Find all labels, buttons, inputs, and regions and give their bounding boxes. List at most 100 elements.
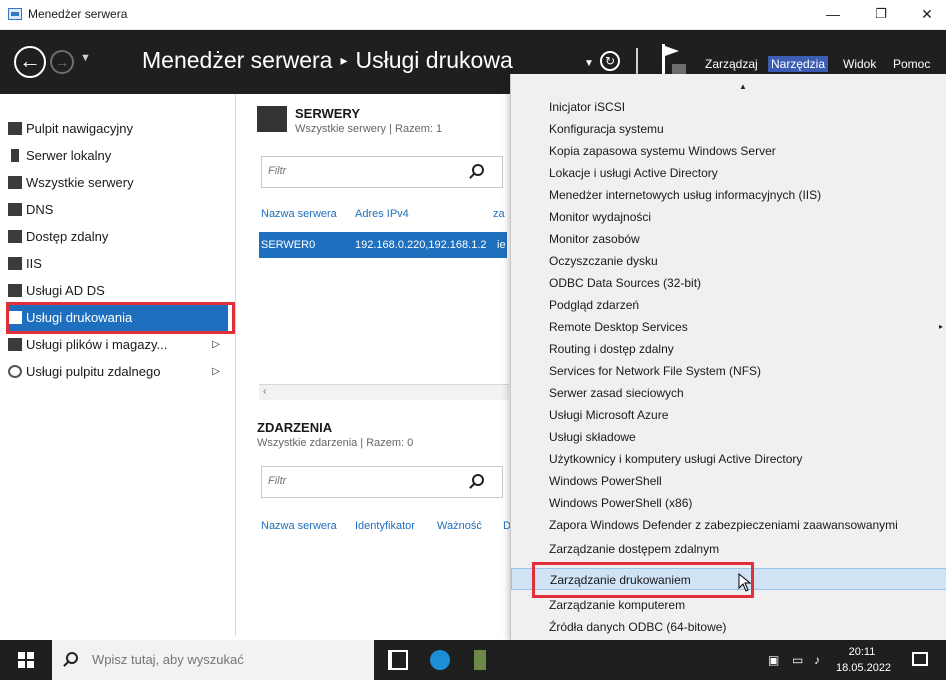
remote-desktop-icon bbox=[8, 365, 22, 378]
column-server-name[interactable]: Nazwa serwera bbox=[261, 520, 337, 532]
servers-tile-subtitle: Wszystkie serwery | Razem: 1 bbox=[295, 123, 443, 135]
menu-item-odbc-32[interactable]: ODBC Data Sources (32-bit) bbox=[511, 272, 946, 294]
taskbar-search-input[interactable] bbox=[92, 652, 362, 667]
search-icon bbox=[66, 652, 78, 664]
cell-ipv4: 192.168.0.220,192.168.1.2 bbox=[355, 239, 487, 251]
menu-item-windows-server-backup[interactable]: Kopia zapasowa systemu Windows Server bbox=[511, 140, 946, 162]
server-manager-taskbar-icon[interactable] bbox=[474, 650, 486, 670]
column-severity[interactable]: Ważność bbox=[437, 520, 482, 532]
edge-browser-icon[interactable] bbox=[430, 650, 450, 670]
sidebar-item-local-server[interactable]: Serwer lokalny bbox=[8, 143, 228, 169]
menu-item-resource-monitor[interactable]: Monitor zasobów bbox=[511, 228, 946, 250]
menu-item-event-viewer[interactable]: Podgląd zdarzeń bbox=[511, 294, 946, 316]
menu-item-disk-cleanup[interactable]: Oczyszczanie dysku bbox=[511, 250, 946, 272]
minimize-button[interactable]: — bbox=[822, 4, 844, 24]
server-icon bbox=[11, 149, 19, 162]
sidebar-item-label: Wszystkie serwery bbox=[26, 175, 134, 190]
maximize-button[interactable]: ❐ bbox=[870, 4, 892, 24]
breadcrumb-dropdown-icon[interactable]: ▼ bbox=[584, 58, 594, 69]
menu-widok[interactable]: Widok bbox=[840, 56, 879, 72]
close-button[interactable]: ✕ bbox=[916, 4, 938, 24]
server-manager-icon bbox=[8, 8, 22, 20]
sidebar-item-label: DNS bbox=[26, 202, 54, 217]
windows-start-icon[interactable] bbox=[18, 652, 34, 668]
sidebar-item-dashboard[interactable]: Pulpit nawigacyjny bbox=[8, 116, 228, 142]
menu-item-routing-remote-access[interactable]: Routing i dostęp zdalny bbox=[511, 338, 946, 360]
sidebar-item-dns[interactable]: DNS bbox=[8, 197, 228, 223]
servers-filter[interactable] bbox=[261, 156, 503, 188]
servers-tile-header: SERWERY Wszystkie serwery | Razem: 1 bbox=[295, 106, 442, 135]
menu-item-iis-manager[interactable]: Menedżer internetowych usług informacyjn… bbox=[511, 184, 946, 206]
tools-dropdown-menu: ▲ Inicjator iSCSI Konfiguracja systemu K… bbox=[510, 74, 946, 640]
scroll-left-icon[interactable]: ‹ bbox=[263, 386, 266, 397]
menu-item-remote-desktop-services[interactable]: Remote Desktop Services ▸ bbox=[511, 316, 946, 338]
menu-item-remote-access-management[interactable]: Zarządzanie dostępem zdalnym bbox=[511, 538, 946, 560]
menu-item-ad-users-computers[interactable]: Użytkownicy i komputery usługi Active Di… bbox=[511, 448, 946, 470]
highlight-box-print-services bbox=[6, 302, 235, 334]
taskbar-search[interactable] bbox=[52, 640, 374, 680]
volume-icon[interactable]: ♪ bbox=[814, 653, 820, 667]
search-icon[interactable] bbox=[472, 474, 484, 486]
menu-narzedzia[interactable]: Narzędzia bbox=[768, 56, 829, 72]
taskbar: ▣ ▭ ♪ 20:11 18.05.2022 bbox=[0, 640, 946, 680]
menu-item-component-services[interactable]: Usługi składowe bbox=[511, 426, 946, 448]
menu-item-performance-monitor[interactable]: Monitor wydajności bbox=[511, 206, 946, 228]
sidebar-item-remote-desktop[interactable]: Usługi pulpitu zdalnego ▷ bbox=[8, 359, 228, 385]
breadcrumb-root[interactable]: Menedżer serwera bbox=[142, 47, 332, 73]
column-identifier[interactable]: Identyfikator bbox=[355, 520, 415, 532]
menu-item-windows-powershell[interactable]: Windows PowerShell bbox=[511, 470, 946, 492]
menu-item-network-policy-server[interactable]: Serwer zasad sieciowych bbox=[511, 382, 946, 404]
dns-icon bbox=[8, 203, 22, 216]
menu-item-nfs-services[interactable]: Services for Network File System (NFS) bbox=[511, 360, 946, 382]
sidebar-item-all-servers[interactable]: Wszystkie serwery bbox=[8, 170, 228, 196]
printer-tile-icon bbox=[257, 106, 287, 132]
column-ipv4[interactable]: Adres IPv4 bbox=[355, 208, 409, 220]
events-filter-input[interactable] bbox=[268, 475, 448, 487]
menu-pomoc[interactable]: Pomoc bbox=[890, 56, 933, 72]
events-filter[interactable] bbox=[261, 466, 503, 498]
expand-arrow-icon[interactable]: ▷ bbox=[212, 359, 220, 385]
cell-server-name: SERWER0 bbox=[261, 239, 316, 251]
horizontal-scrollbar[interactable]: ‹ bbox=[259, 384, 509, 400]
sidebar-item-ad-ds[interactable]: Usługi AD DS bbox=[8, 278, 228, 304]
network-icon[interactable]: ▣ bbox=[768, 653, 779, 667]
column-server-name[interactable]: Nazwa serwera bbox=[261, 208, 337, 220]
sidebar-item-label: Usługi plików i magazy... bbox=[26, 337, 168, 352]
back-button[interactable]: ← bbox=[14, 46, 46, 78]
notifications-flag-icon[interactable] bbox=[662, 44, 686, 78]
menu-item-defender-firewall[interactable]: Zapora Windows Defender z zabezpieczenia… bbox=[511, 514, 946, 536]
display-icon[interactable]: ▭ bbox=[792, 653, 803, 667]
history-dropdown-icon[interactable]: ▼ bbox=[80, 52, 91, 64]
mouse-cursor-icon bbox=[738, 573, 752, 592]
system-clock[interactable]: 20:11 18.05.2022 bbox=[836, 644, 891, 676]
menu-item-iscsi-initiator[interactable]: Inicjator iSCSI bbox=[511, 96, 946, 118]
ad-ds-icon bbox=[8, 284, 22, 297]
sidebar-item-file-storage[interactable]: Usługi plików i magazy... ▷ bbox=[8, 332, 228, 358]
sidebar: Pulpit nawigacyjny Serwer lokalny Wszyst… bbox=[0, 94, 236, 636]
notification-center-icon[interactable] bbox=[912, 652, 928, 666]
menu-item-windows-powershell-x86[interactable]: Windows PowerShell (x86) bbox=[511, 492, 946, 514]
menu-item-odbc-64[interactable]: Źródła danych ODBC (64-bitowe) bbox=[511, 616, 946, 638]
breadcrumb: Menedżer serwera ▸ Usługi drukowania bbox=[142, 47, 514, 74]
menu-item-microsoft-azure-services[interactable]: Usługi Microsoft Azure bbox=[511, 404, 946, 426]
servers-filter-input[interactable] bbox=[268, 165, 448, 177]
expand-arrow-icon[interactable]: ▷ bbox=[212, 332, 220, 358]
sidebar-item-iis[interactable]: IIS bbox=[8, 251, 228, 277]
servers-icon bbox=[8, 176, 22, 189]
forward-button[interactable]: → bbox=[50, 50, 74, 74]
scroll-up-icon[interactable]: ▲ bbox=[739, 82, 747, 91]
window-title: Menedżer serwera bbox=[28, 7, 128, 21]
search-icon[interactable] bbox=[472, 164, 484, 176]
events-tile-subtitle: Wszystkie zdarzenia | Razem: 0 bbox=[257, 437, 414, 449]
sidebar-item-label: Serwer lokalny bbox=[26, 148, 112, 163]
task-view-icon[interactable] bbox=[388, 650, 408, 670]
refresh-icon[interactable]: ↻ bbox=[600, 51, 620, 71]
table-row[interactable]: SERWER0 192.168.0.220,192.168.1.2 ie bbox=[259, 232, 507, 258]
menu-item-ad-sites-services[interactable]: Lokacje i usługi Active Directory bbox=[511, 162, 946, 184]
menu-item-system-configuration[interactable]: Konfiguracja systemu bbox=[511, 118, 946, 140]
column-extra[interactable]: za bbox=[493, 208, 505, 220]
sidebar-item-remote-access[interactable]: Dostęp zdalny bbox=[8, 224, 228, 250]
events-tile-title: ZDARZENIA bbox=[257, 420, 333, 435]
sidebar-item-label: Usługi AD DS bbox=[26, 283, 105, 298]
menu-zarzadzaj[interactable]: Zarządzaj bbox=[702, 56, 761, 72]
